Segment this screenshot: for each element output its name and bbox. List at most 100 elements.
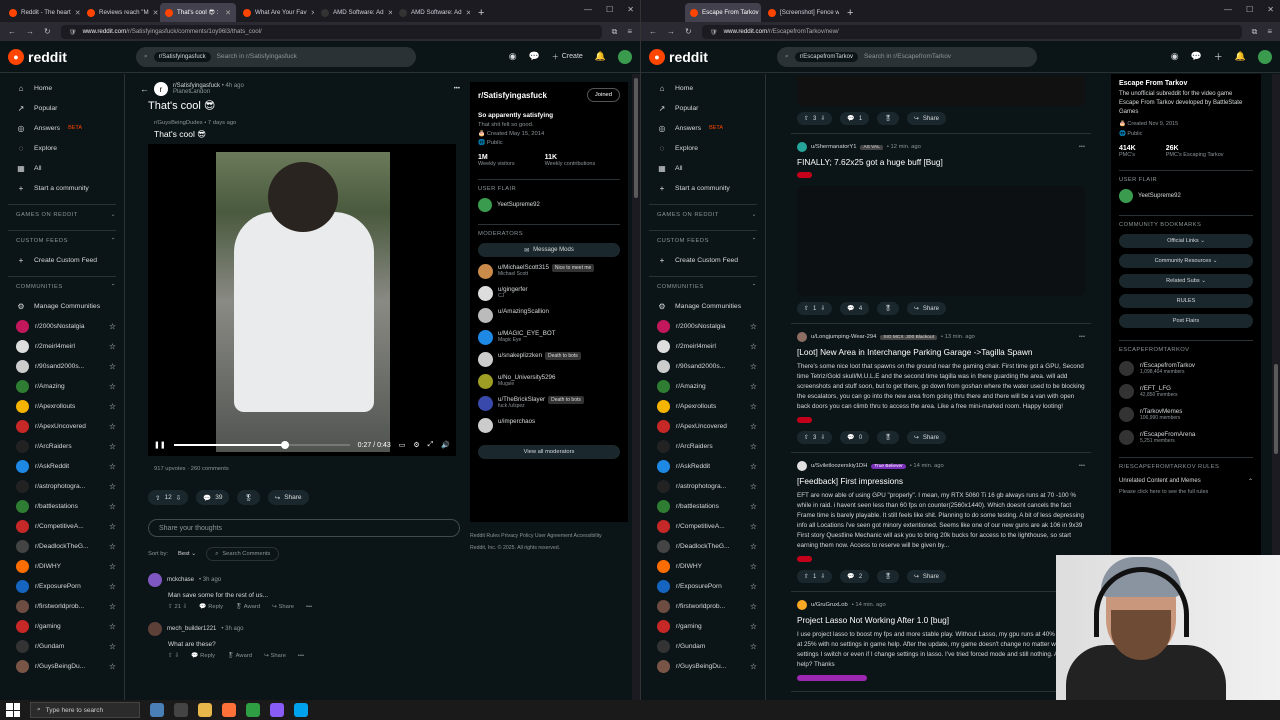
comment-author[interactable]: mech_builder1221 bbox=[167, 626, 216, 632]
rule-text[interactable]: Please click here to see the full rules bbox=[1119, 489, 1253, 495]
feeds-section-header[interactable]: CUSTOM FEEDS ⌃ bbox=[649, 230, 757, 250]
comments-button[interactable]: 💬 1 bbox=[840, 112, 870, 125]
menu-icon[interactable]: ≡ bbox=[627, 27, 632, 36]
close-tab-icon[interactable]: ✕ bbox=[466, 9, 470, 17]
windows-start-icon[interactable] bbox=[6, 703, 20, 717]
browser-tab[interactable]: AMD Software: Ad ✕ bbox=[394, 3, 470, 22]
sidebar-item-explore[interactable]: ◌ Explore bbox=[8, 138, 116, 158]
close-tab-icon[interactable]: ✕ bbox=[311, 9, 314, 17]
star-icon[interactable]: ☆ bbox=[109, 482, 116, 491]
close-icon[interactable]: ✕ bbox=[627, 5, 634, 14]
community-item[interactable]: r/Amazing ☆ bbox=[649, 376, 757, 396]
star-icon[interactable]: ☆ bbox=[109, 342, 116, 351]
vote-control[interactable]: ⇧ 3 ⇩ bbox=[797, 112, 833, 125]
related-community[interactable]: r/EscapeFromArena 5,251 members bbox=[1119, 430, 1253, 445]
maximize-icon[interactable]: ☐ bbox=[606, 5, 613, 14]
star-icon[interactable]: ☆ bbox=[109, 422, 116, 431]
award-button[interactable]: 🎖 bbox=[877, 112, 899, 125]
bookmark-button[interactable]: Community Resources ⌄ bbox=[1119, 254, 1253, 268]
downvote-icon[interactable]: ⇩ bbox=[181, 604, 188, 610]
avatar[interactable] bbox=[797, 332, 807, 342]
comment-vote[interactable]: ⇧ ⇩ bbox=[168, 653, 179, 659]
community-item[interactable]: r/ExposurePorn ☆ bbox=[8, 576, 116, 596]
star-icon[interactable]: ☆ bbox=[109, 362, 116, 371]
star-icon[interactable]: ☆ bbox=[750, 502, 757, 511]
community-item[interactable]: r/gaming ☆ bbox=[649, 616, 757, 636]
reload-icon[interactable]: ↻ bbox=[685, 27, 692, 36]
crosspost-subreddit[interactable]: r/GuysBeingDudes bbox=[154, 120, 203, 126]
bookmark-button[interactable]: RULES bbox=[1119, 294, 1253, 308]
star-icon[interactable]: ☆ bbox=[109, 382, 116, 391]
avatar[interactable] bbox=[797, 461, 807, 471]
browser-tab[interactable]: Escape From Tarkov✕ bbox=[685, 3, 761, 22]
moderator-name[interactable]: u/snakeplizzken bbox=[498, 352, 542, 359]
share-button[interactable]: ↪ Share bbox=[272, 604, 294, 610]
community-item[interactable]: r/astrophotogra... ☆ bbox=[8, 476, 116, 496]
bell-icon[interactable]: 🔔 bbox=[595, 51, 606, 62]
community-item[interactable]: r/AskReddit ☆ bbox=[8, 456, 116, 476]
more-options-icon[interactable]: ••• bbox=[1079, 144, 1085, 150]
star-icon[interactable]: ☆ bbox=[109, 462, 116, 471]
bookmark-button[interactable]: Official Links ⌄ bbox=[1119, 234, 1253, 248]
create-feed-item[interactable]: + Create Custom Feed bbox=[8, 250, 116, 270]
address-bar[interactable]: 🛡 www.reddit.com/r/EscapefromTarkov/new/ bbox=[701, 24, 1242, 39]
community-item[interactable]: r/battlestations ☆ bbox=[8, 496, 116, 516]
post-title[interactable]: [Loot] New Area in Interchange Parking G… bbox=[797, 347, 1085, 357]
star-icon[interactable]: ☆ bbox=[109, 322, 116, 331]
share-button[interactable]: ↪ Share bbox=[264, 653, 286, 659]
weather-icon[interactable] bbox=[150, 703, 164, 717]
award-button[interactable]: 🎖 Award bbox=[227, 653, 252, 659]
app-icon[interactable] bbox=[270, 703, 284, 717]
close-tab-icon[interactable]: ✕ bbox=[75, 9, 80, 17]
taskbar-search-input[interactable]: ⌕ Type here to search bbox=[30, 702, 140, 718]
star-icon[interactable]: ☆ bbox=[750, 522, 757, 531]
community-item[interactable]: r/ArcRaiders ☆ bbox=[649, 436, 757, 456]
chat-icon[interactable]: 💬 bbox=[529, 51, 540, 62]
user-flair[interactable]: YeetSupreme92 bbox=[478, 198, 620, 212]
scrollbar[interactable] bbox=[632, 74, 640, 700]
community-item[interactable]: r/Gundam ☆ bbox=[649, 636, 757, 656]
award-button[interactable]: 🎖 Award bbox=[235, 604, 260, 610]
more-options-icon[interactable]: ••• bbox=[1079, 463, 1085, 469]
upvote-icon[interactable]: ⇧ bbox=[804, 573, 809, 580]
star-icon[interactable]: ☆ bbox=[750, 642, 757, 651]
create-feed-item[interactable]: + Create Custom Feed bbox=[649, 250, 757, 270]
moderator-item[interactable]: u/snakeplizzken Death to bots bbox=[478, 352, 620, 367]
task-view-icon[interactable] bbox=[174, 703, 188, 717]
steam-icon[interactable] bbox=[294, 703, 308, 717]
moderator-item[interactable]: u/gingerfer CJ bbox=[478, 286, 620, 301]
moderator-name[interactable]: u/TheBrickSlayer bbox=[498, 396, 545, 403]
reload-icon[interactable]: ↻ bbox=[44, 27, 51, 36]
community-item[interactable]: r/DIWHY ☆ bbox=[649, 556, 757, 576]
create-icon[interactable]: ＋ bbox=[1214, 50, 1223, 63]
games-section-header[interactable]: GAMES ON REDDIT ⌄ bbox=[649, 204, 757, 224]
upvote-icon[interactable]: ⇧ bbox=[804, 115, 809, 122]
star-icon[interactable]: ☆ bbox=[750, 602, 757, 611]
sidebar-item-all[interactable]: ▦ All bbox=[649, 158, 757, 178]
maximize-icon[interactable]: ☐ bbox=[1246, 5, 1253, 14]
bookmark-button[interactable]: Related Subs ⌄ bbox=[1119, 274, 1253, 288]
community-item[interactable]: r/ApexUncovered ☆ bbox=[8, 416, 116, 436]
comment-input[interactable]: Share your thoughts bbox=[148, 519, 460, 537]
star-icon[interactable]: ☆ bbox=[750, 342, 757, 351]
moderator-item[interactable]: u/MAGIC_EYE_BOT Magic Eye bbox=[478, 330, 620, 345]
star-icon[interactable]: ☆ bbox=[750, 582, 757, 591]
video-progress[interactable] bbox=[173, 441, 350, 449]
post-flair-tag[interactable] bbox=[797, 675, 867, 681]
post-author[interactable]: PlanetLandon bbox=[173, 89, 244, 95]
crosspost-title[interactable]: That's cool 😎 bbox=[154, 129, 460, 140]
award-button[interactable]: 🎖 bbox=[877, 431, 899, 444]
user-avatar[interactable] bbox=[1258, 49, 1272, 64]
address-bar[interactable]: 🛡 www.reddit.com/r/Satisfyingasfuck/comm… bbox=[60, 24, 602, 39]
community-item[interactable]: r/ExposurePorn ☆ bbox=[649, 576, 757, 596]
moderator-item[interactable]: u/No_University5296 Mugsie bbox=[478, 374, 620, 389]
post-title[interactable]: FINALLY; 7.62x25 got a huge buff [Bug] bbox=[797, 157, 1085, 167]
star-icon[interactable]: ☆ bbox=[109, 622, 116, 631]
moderator-item[interactable]: u/imperchaos bbox=[478, 418, 620, 433]
close-tab-icon[interactable]: ✕ bbox=[388, 9, 392, 17]
forward-icon[interactable]: → bbox=[26, 27, 34, 36]
search-community-chip[interactable]: r/Satisfyingasfuck bbox=[153, 51, 211, 62]
post-title[interactable]: Project Lasso Not Working After 1.0 [bug… bbox=[797, 615, 1085, 625]
community-item[interactable]: r/Amazing ☆ bbox=[8, 376, 116, 396]
community-item[interactable]: r/2meirl4meirl ☆ bbox=[649, 336, 757, 356]
